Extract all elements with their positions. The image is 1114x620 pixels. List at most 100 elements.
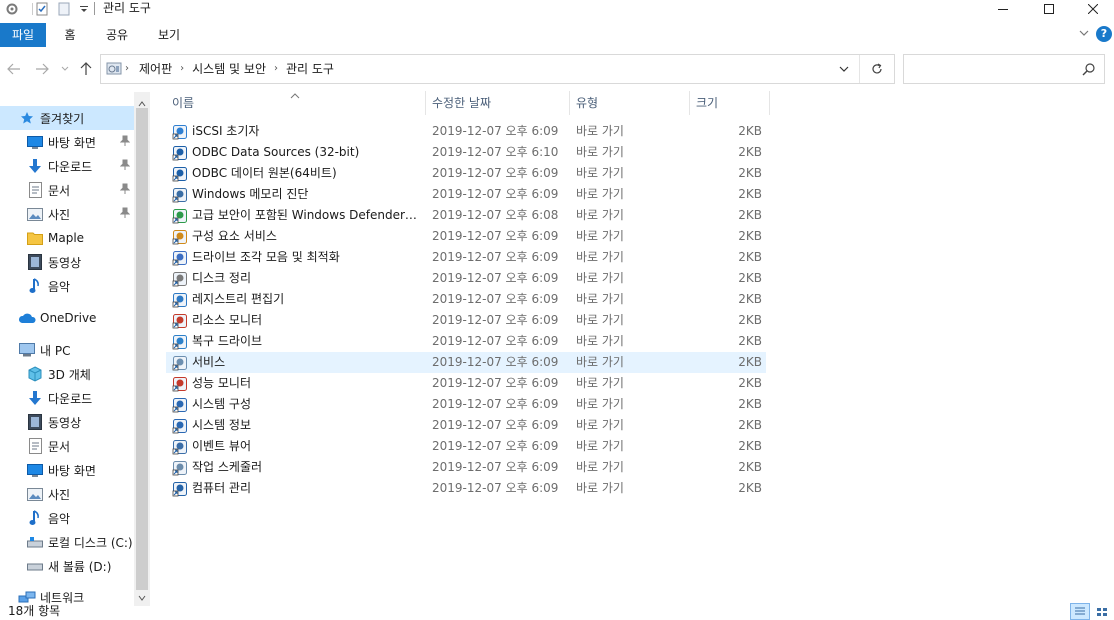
table-row[interactable]: 성능 모니터 2019-12-07 오후 6:09 바로 가기 2KB — [166, 373, 766, 394]
nav-quick-pictures[interactable]: 사진 — [0, 202, 134, 226]
tab-view[interactable]: 보기 — [152, 23, 186, 47]
table-row[interactable]: 고급 보안이 포함된 Windows Defender ... 2019-12-0… — [166, 205, 766, 226]
file-size: 2KB — [738, 124, 762, 138]
search-input[interactable] — [904, 55, 1074, 83]
up-arrow-icon[interactable] — [76, 59, 96, 79]
nav-pc-music[interactable]: 음악 — [0, 506, 134, 530]
column-header-date[interactable]: 수정한 날짜 — [432, 91, 562, 115]
nav-scrollbar[interactable] — [134, 92, 150, 606]
crumb-separator: › — [274, 63, 278, 74]
nav-pc-pictures[interactable]: 사진 — [0, 482, 134, 506]
nav-quick-access[interactable]: 즐겨찾기 — [0, 106, 134, 130]
settings-icon[interactable] — [4, 1, 20, 17]
table-row[interactable]: ODBC Data Sources (32-bit) 2019-12-07 오후 … — [166, 142, 766, 163]
recent-locations-icon[interactable] — [58, 59, 72, 79]
search-box[interactable] — [903, 54, 1105, 84]
drive-icon — [26, 558, 44, 574]
address-bar[interactable]: › 제어판 › 시스템 및 보안 › 관리 도구 — [100, 54, 895, 84]
nav-quick-maple[interactable]: Maple — [0, 226, 134, 250]
file-name: 레지스트리 편집기 — [192, 292, 285, 306]
table-row[interactable]: iSCSI 초기자 2019-12-07 오후 6:09 바로 가기 2KB — [166, 121, 766, 142]
table-row[interactable]: 드라이브 조각 모음 및 최적화 2019-12-07 오후 6:09 바로 가기 2… — [166, 247, 766, 268]
table-row[interactable]: 시스템 정보 2019-12-07 오후 6:09 바로 가기 2KB — [166, 415, 766, 436]
nav-this-pc[interactable]: 내 PC — [0, 338, 134, 362]
nav-quick-downloads[interactable]: 다운로드 — [0, 154, 134, 178]
nav-pc-desktop[interactable]: 바탕 화면 — [0, 458, 134, 482]
breadcrumb-control-panel[interactable]: 제어판 — [139, 55, 172, 83]
refresh-button[interactable] — [859, 55, 893, 83]
expand-ribbon-icon[interactable] — [1078, 27, 1090, 42]
scroll-down-icon[interactable] — [138, 590, 146, 604]
download-icon — [26, 158, 44, 174]
search-icon[interactable] — [1082, 62, 1096, 79]
nav-label: 동영상 — [48, 255, 82, 270]
tab-file[interactable]: 파일 — [0, 23, 46, 47]
breadcrumb-admin-tools[interactable]: 관리 도구 — [286, 55, 334, 83]
table-row[interactable]: 레지스트리 편집기 2019-12-07 오후 6:09 바로 가기 2KB — [166, 289, 766, 310]
table-row[interactable]: 이벤트 뷰어 2019-12-07 오후 6:09 바로 가기 2KB — [166, 436, 766, 457]
nav-pc-3d[interactable]: 3D 개체 — [0, 362, 134, 386]
forward-arrow-icon[interactable] — [32, 59, 52, 79]
pictures-icon — [26, 206, 44, 222]
file-date: 2019-12-07 오후 6:09 — [432, 124, 559, 138]
nav-quick-music[interactable]: 음악 — [0, 274, 134, 298]
nav-onedrive[interactable]: OneDrive — [0, 306, 134, 330]
nav-pc-downloads[interactable]: 다운로드 — [0, 386, 134, 410]
file-size: 2KB — [738, 145, 762, 159]
table-row[interactable]: 컴퓨터 관리 2019-12-07 오후 6:09 바로 가기 2KB — [166, 478, 766, 499]
column-divider[interactable] — [769, 91, 770, 115]
properties-icon[interactable] — [34, 1, 50, 17]
file-type: 바로 가기 — [576, 229, 624, 243]
table-row[interactable]: 시스템 구성 2019-12-07 오후 6:09 바로 가기 2KB — [166, 394, 766, 415]
breadcrumb-system-security[interactable]: 시스템 및 보안 — [192, 55, 266, 83]
file-size: 2KB — [738, 439, 762, 453]
details-view-button[interactable] — [1070, 603, 1090, 620]
shortcut-icon — [172, 376, 188, 392]
address-dropdown-button[interactable] — [831, 55, 857, 83]
table-row[interactable]: 구성 요소 서비스 2019-12-07 오후 6:09 바로 가기 2KB — [166, 226, 766, 247]
file-name: 성능 모니터 — [192, 376, 252, 390]
table-row[interactable]: ODBC 데이터 원본(64비트) 2019-12-07 오후 6:09 바로 가기… — [166, 163, 766, 184]
column-header-name[interactable]: 이름 — [172, 91, 422, 115]
pin-icon[interactable] — [119, 207, 131, 222]
close-button[interactable] — [1072, 0, 1114, 18]
back-arrow-icon[interactable] — [4, 59, 24, 79]
maximize-button[interactable] — [1026, 0, 1072, 18]
file-type: 바로 가기 — [576, 250, 624, 264]
table-row[interactable]: 디스크 정리 2019-12-07 오후 6:09 바로 가기 2KB — [166, 268, 766, 289]
computer-icon — [18, 342, 36, 358]
column-header-type[interactable]: 유형 — [576, 91, 686, 115]
tab-home[interactable]: 홈 — [56, 23, 84, 47]
nav-quick-documents[interactable]: 문서 — [0, 178, 134, 202]
tab-share[interactable]: 공유 — [100, 23, 134, 47]
column-divider[interactable] — [689, 91, 690, 115]
nav-quick-videos[interactable]: 동영상 — [0, 250, 134, 274]
pin-icon[interactable] — [119, 183, 131, 198]
table-row[interactable]: 리소스 모니터 2019-12-07 오후 6:09 바로 가기 2KB — [166, 310, 766, 331]
pin-icon[interactable] — [119, 159, 131, 174]
drive-icon — [26, 534, 44, 550]
large-icons-view-button[interactable] — [1092, 603, 1112, 620]
customize-dropdown-icon[interactable] — [76, 1, 92, 17]
scroll-thumb[interactable] — [136, 108, 148, 590]
new-folder-icon[interactable] — [56, 1, 72, 17]
pin-icon[interactable] — [119, 135, 131, 150]
nav-pc-drive-c[interactable]: 로컬 디스크 (C:) — [0, 530, 134, 554]
table-row[interactable]: 서비스 2019-12-07 오후 6:09 바로 가기 2KB — [166, 352, 766, 373]
help-icon[interactable]: ? — [1096, 26, 1112, 42]
column-header-size[interactable]: 크기 — [696, 91, 766, 115]
table-row[interactable]: 복구 드라이브 2019-12-07 오후 6:09 바로 가기 2KB — [166, 331, 766, 352]
nav-pc-documents[interactable]: 문서 — [0, 434, 134, 458]
nav-pc-videos[interactable]: 동영상 — [0, 410, 134, 434]
column-divider[interactable] — [425, 91, 426, 115]
nav-pc-drive-d[interactable]: 새 볼륨 (D:) — [0, 554, 134, 578]
nav-quick-desktop[interactable]: 바탕 화면 — [0, 130, 134, 154]
shortcut-icon — [172, 292, 188, 308]
table-row[interactable]: Windows 메모리 진단 2019-12-07 오후 6:09 바로 가기 2KB — [166, 184, 766, 205]
column-divider[interactable] — [569, 91, 570, 115]
table-row[interactable]: 작업 스케줄러 2019-12-07 오후 6:09 바로 가기 2KB — [166, 457, 766, 478]
shortcut-icon — [172, 208, 188, 224]
shortcut-icon — [172, 313, 188, 329]
details-view-icon — [1075, 607, 1085, 614]
minimize-button[interactable] — [980, 0, 1026, 18]
